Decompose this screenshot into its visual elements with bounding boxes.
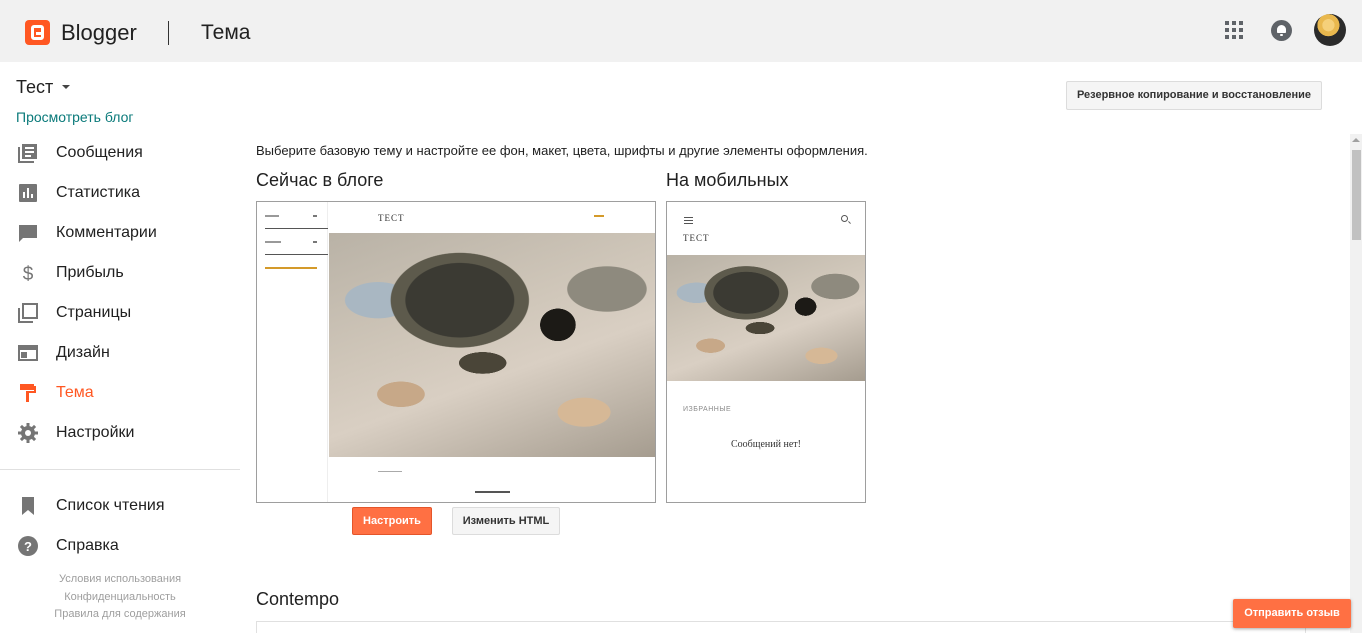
preview-sidebar bbox=[257, 202, 328, 502]
sidebar-item-stats[interactable]: Статистика bbox=[0, 173, 240, 213]
apps-grid-icon[interactable] bbox=[1225, 21, 1243, 39]
sidebar-item-comments[interactable]: Комментарии bbox=[0, 213, 240, 253]
content-policy-link[interactable]: Правила для содержания bbox=[0, 608, 240, 620]
posts-icon bbox=[18, 144, 37, 163]
sidebar-item-label: Прибыль bbox=[56, 264, 124, 281]
sidebar-item-label: Настройки bbox=[56, 424, 135, 441]
preview-blog-title: ТЕСТ bbox=[683, 233, 710, 243]
preview-footer-text bbox=[378, 471, 402, 472]
sidebar-item-layout[interactable]: Дизайн bbox=[0, 333, 240, 373]
gear-icon bbox=[18, 423, 38, 443]
sidebar-item-pages[interactable]: Страницы bbox=[0, 293, 240, 333]
app-name[interactable]: Blogger bbox=[61, 20, 137, 46]
sidebar-item-earnings[interactable]: $ Прибыль bbox=[0, 253, 240, 293]
theme-section-title: Contempo bbox=[256, 589, 340, 609]
blogger-logo-icon[interactable] bbox=[25, 20, 50, 45]
pages-icon bbox=[18, 303, 38, 323]
layout-icon bbox=[18, 345, 38, 361]
menu-icon bbox=[684, 217, 693, 224]
user-avatar[interactable] bbox=[1314, 14, 1346, 46]
sidebar-item-label: Страницы bbox=[56, 304, 132, 321]
terms-link[interactable]: Условия использования bbox=[0, 573, 240, 585]
svg-text:$: $ bbox=[23, 264, 34, 283]
sidebar-item-help[interactable]: ? Справка bbox=[0, 526, 240, 566]
stats-icon bbox=[19, 184, 37, 202]
sidebar-divider bbox=[0, 469, 240, 470]
dollar-icon: $ bbox=[23, 264, 34, 283]
sidebar-item-posts[interactable]: Сообщения bbox=[0, 133, 240, 173]
scrollbar-thumb[interactable] bbox=[1352, 150, 1361, 240]
preview-cat-image bbox=[667, 255, 865, 381]
sidebar-item-theme[interactable]: Тема bbox=[0, 373, 240, 413]
favorites-label: ИЗБРАННЫЕ bbox=[683, 406, 732, 413]
search-icon bbox=[841, 215, 848, 222]
send-feedback-button[interactable]: Отправить отзыв bbox=[1233, 599, 1351, 628]
sidebar-item-label: Комментарии bbox=[56, 224, 157, 241]
paint-roller-icon bbox=[20, 384, 36, 402]
theme-gallery bbox=[256, 621, 1306, 633]
comments-icon bbox=[19, 225, 37, 242]
notifications-bell-icon[interactable] bbox=[1271, 20, 1292, 41]
sidebar-item-label: Список чтения bbox=[56, 497, 165, 514]
help-icon: ? bbox=[18, 536, 38, 556]
sidebar-item-label: Сообщения bbox=[56, 144, 143, 161]
edit-html-button[interactable]: Изменить HTML bbox=[452, 507, 560, 535]
preview-link bbox=[594, 215, 604, 217]
svg-text:?: ? bbox=[24, 539, 32, 554]
sidebar-item-settings[interactable]: Настройки bbox=[0, 413, 240, 453]
no-posts-text: Сообщений нет! bbox=[731, 439, 801, 450]
blog-selector[interactable]: Тест bbox=[16, 77, 53, 98]
desktop-theme-preview[interactable]: ТЕСТ bbox=[256, 201, 656, 503]
privacy-link[interactable]: Конфиденциальность bbox=[0, 591, 240, 603]
page-title: Тема bbox=[201, 21, 251, 44]
scroll-up-arrow-icon[interactable] bbox=[1352, 138, 1360, 142]
view-blog-link[interactable]: Просмотреть блог bbox=[16, 109, 133, 125]
intro-text: Выберите базовую тему и настройте ее фон… bbox=[256, 143, 868, 158]
preview-blog-title: ТЕСТ bbox=[378, 213, 405, 223]
sidebar-item-label: Дизайн bbox=[56, 344, 110, 361]
backup-restore-button[interactable]: Резервное копирование и восстановление bbox=[1066, 81, 1322, 110]
sidebar-item-label: Тема bbox=[56, 384, 94, 401]
sidebar-item-label: Статистика bbox=[56, 184, 141, 201]
current-theme-title: Сейчас в блоге bbox=[256, 170, 384, 190]
header-divider bbox=[168, 21, 169, 45]
bookmark-icon bbox=[22, 497, 34, 515]
app-header: Blogger Тема bbox=[0, 0, 1362, 62]
customize-button[interactable]: Настроить bbox=[352, 507, 432, 535]
sidebar-item-label: Справка bbox=[56, 537, 119, 554]
preview-footer-text bbox=[475, 491, 510, 493]
mobile-theme-preview[interactable]: ТЕСТ ИЗБРАННЫЕ Сообщений нет! bbox=[666, 201, 866, 503]
sidebar-item-reading-list[interactable]: Список чтения bbox=[0, 486, 240, 526]
chevron-down-icon[interactable] bbox=[62, 85, 70, 89]
mobile-theme-title: На мобильных bbox=[666, 170, 789, 190]
preview-cat-image bbox=[329, 233, 655, 457]
